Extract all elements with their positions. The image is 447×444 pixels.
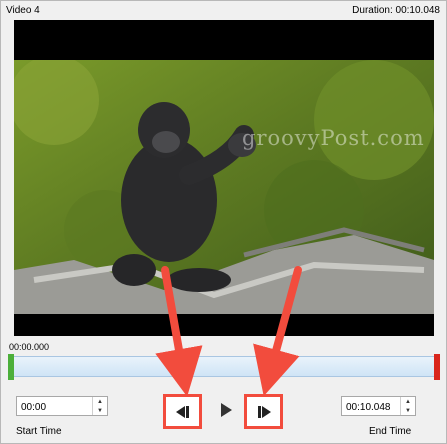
start-time-arrows[interactable]: ▲ ▼ — [92, 397, 107, 415]
watermark: groovyPost.com — [242, 126, 425, 150]
start-time-label: Start Time — [16, 426, 62, 437]
play-button[interactable] — [215, 399, 237, 421]
end-time-input[interactable] — [342, 398, 402, 417]
next-frame-button[interactable] — [244, 394, 283, 429]
video-frame: groovyPost.com — [14, 60, 434, 314]
start-trim-handle[interactable] — [8, 354, 14, 380]
end-time-label: End Time — [369, 426, 412, 437]
video-title: Video 4 — [6, 5, 40, 16]
trim-timeline[interactable] — [10, 356, 439, 377]
end-time-spinner[interactable]: ▲ ▼ — [341, 396, 416, 417]
spin-down-icon[interactable]: ▼ — [93, 406, 107, 415]
spin-down-icon[interactable]: ▼ — [401, 406, 415, 415]
end-trim-handle[interactable] — [434, 354, 440, 380]
start-time-spinner[interactable]: ▲ ▼ — [16, 396, 108, 417]
next-frame-icon — [257, 405, 271, 418]
start-time-input[interactable] — [17, 398, 88, 417]
duration-label: Duration: 00:10.048 — [352, 5, 440, 16]
previous-frame-button[interactable] — [163, 394, 202, 429]
previous-frame-icon — [175, 405, 189, 418]
video-preview[interactable]: groovyPost.com — [14, 20, 434, 336]
spin-up-icon[interactable]: ▲ — [401, 397, 415, 406]
trim-video-dialog: Video 4 Duration: 00:10.048 groovyPost.c… — [0, 0, 447, 444]
play-icon — [221, 403, 232, 417]
current-time-label: 00:00.000 — [9, 342, 50, 352]
end-time-arrows[interactable]: ▲ ▼ — [400, 397, 415, 415]
spin-up-icon[interactable]: ▲ — [93, 397, 107, 406]
